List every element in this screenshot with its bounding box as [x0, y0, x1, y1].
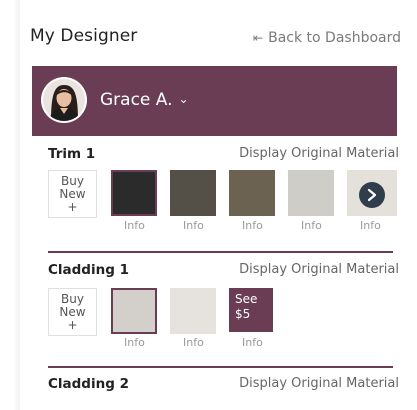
buy-new-plus: +: [67, 318, 78, 332]
see-more-count: $5: [235, 307, 251, 321]
info-link[interactable]: Info: [242, 336, 263, 349]
arrow-left-bar-icon: ⇤: [253, 31, 264, 45]
user-bar: Grace A. ⌄: [32, 66, 397, 136]
avatar[interactable]: [41, 77, 87, 123]
back-to-dashboard-label: Back to Dashboard: [268, 30, 401, 46]
section-divider: [48, 251, 393, 253]
info-link[interactable]: Info: [183, 219, 204, 232]
user-name: Grace A.: [100, 90, 173, 110]
avatar-photo: [43, 79, 85, 121]
material-swatch[interactable]: [170, 288, 216, 334]
info-link[interactable]: Info: [183, 336, 204, 349]
section-title: Cladding 1: [48, 262, 129, 278]
display-original-material-link[interactable]: Display Original Material: [239, 376, 399, 391]
info-link[interactable]: Info: [124, 219, 145, 232]
buy-new-button[interactable]: Buy New +: [48, 288, 97, 336]
material-swatch[interactable]: [229, 170, 275, 216]
material-swatch[interactable]: [111, 170, 157, 216]
section-cladding-2: Cladding 2 Display Original Material: [48, 376, 399, 396]
material-swatch[interactable]: [170, 170, 216, 216]
section-title: Cladding 2: [48, 376, 129, 392]
display-original-material-link[interactable]: Display Original Material: [239, 262, 399, 277]
info-link[interactable]: Info: [360, 219, 381, 232]
info-link[interactable]: Info: [301, 219, 322, 232]
see-more-label: See: [235, 292, 258, 306]
chevron-down-icon: ⌄: [178, 92, 189, 106]
user-menu[interactable]: Grace A. ⌄: [100, 90, 189, 110]
next-swatches-button[interactable]: [359, 182, 385, 208]
section-trim-1: Trim 1 Display Original Material: [48, 146, 399, 166]
material-swatch[interactable]: [111, 288, 157, 334]
panel-header: My Designer ⇤ Back to Dashboard: [20, 0, 401, 64]
chevron-right-icon: [367, 188, 377, 202]
designer-panel: My Designer ⇤ Back to Dashboard Grace A. ⌄: [20, 0, 401, 410]
info-link[interactable]: Info: [124, 336, 145, 349]
see-more-button[interactable]: See $5: [229, 288, 273, 332]
buy-new-button[interactable]: Buy New +: [48, 170, 97, 218]
buy-new-plus: +: [67, 200, 78, 214]
section-cladding-1: Cladding 1 Display Original Material: [48, 262, 399, 282]
display-original-material-link[interactable]: Display Original Material: [239, 146, 399, 161]
info-link[interactable]: Info: [242, 219, 263, 232]
section-title: Trim 1: [48, 146, 96, 162]
page-title: My Designer: [30, 26, 138, 46]
material-swatch[interactable]: [288, 170, 334, 216]
back-to-dashboard-link[interactable]: ⇤ Back to Dashboard: [253, 30, 401, 46]
panel-shadow: [13, 0, 20, 410]
section-divider: [48, 366, 393, 368]
